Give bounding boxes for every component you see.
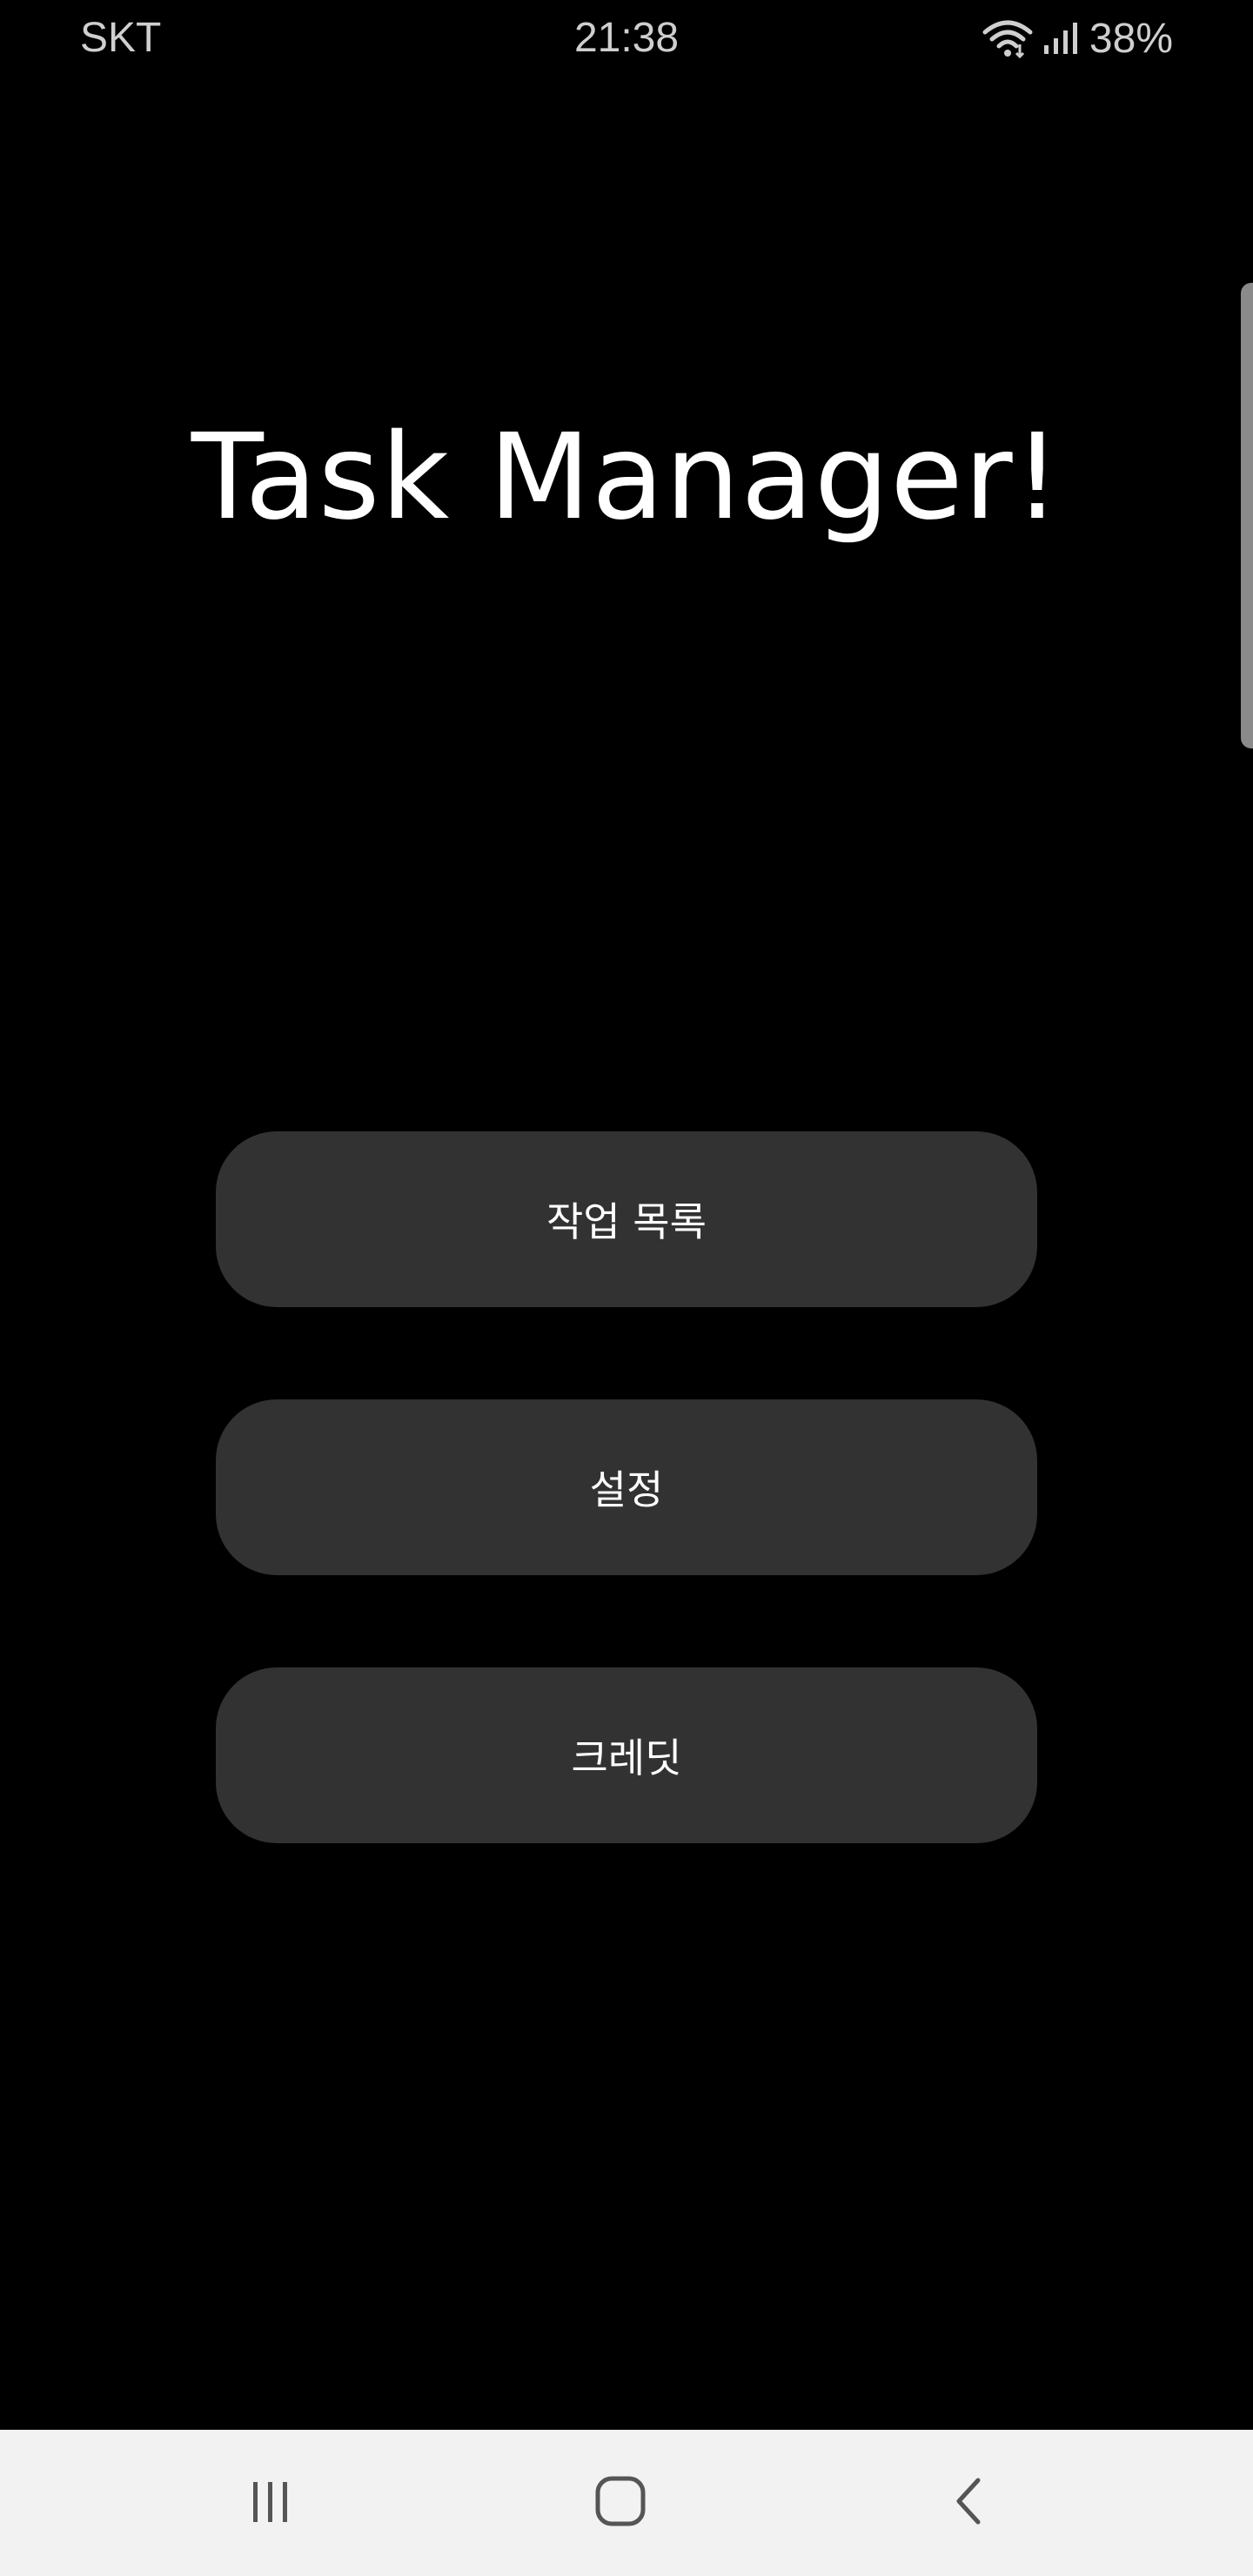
back-icon (945, 2475, 997, 2531)
wifi-icon (982, 18, 1034, 58)
status-indicators: 38% (982, 12, 1173, 64)
recent-apps-button[interactable] (227, 2459, 314, 2546)
task-list-button[interactable]: 작업 목록 (216, 1131, 1037, 1307)
app-title: Task Manager! (191, 409, 1062, 547)
recent-apps-icon (245, 2475, 297, 2531)
signal-icon (1042, 21, 1081, 56)
navigation-bar (0, 2430, 1253, 2576)
home-icon (593, 2473, 648, 2532)
home-button[interactable] (577, 2459, 664, 2546)
settings-button[interactable]: 설정 (216, 1399, 1037, 1575)
credits-button[interactable]: 크레딧 (216, 1667, 1037, 1843)
battery-percent: 38% (1089, 15, 1173, 62)
status-bar: SKT 21:38 38% (0, 0, 1253, 78)
back-button[interactable] (928, 2459, 1015, 2546)
